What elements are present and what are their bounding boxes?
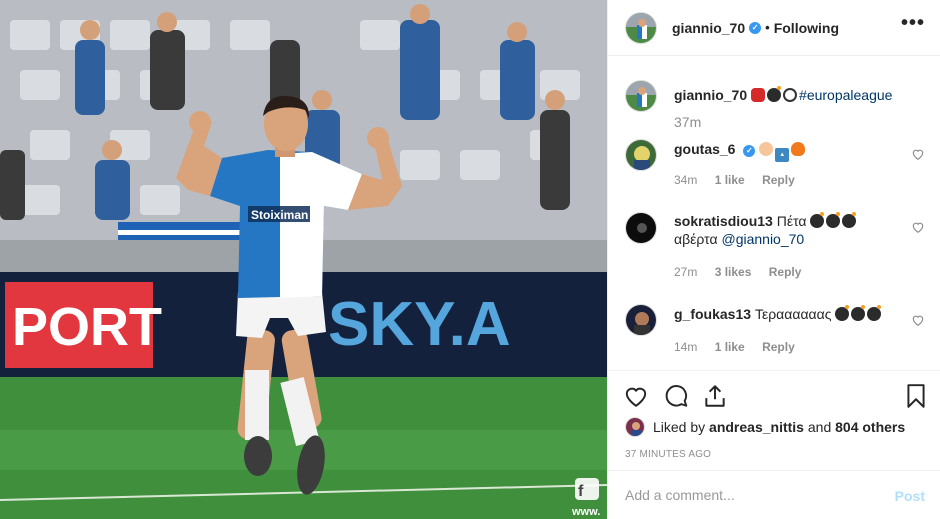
save-bookmark-icon[interactable] xyxy=(903,383,929,409)
commenter-avatar[interactable] xyxy=(625,212,657,244)
comment-meta: 34m 1 like Reply xyxy=(674,173,809,187)
comment-likes[interactable]: 1 like xyxy=(715,340,745,354)
fire-icon xyxy=(791,142,806,156)
post-photo[interactable]: PORT SKY.A Stoiximan f www. xyxy=(0,0,607,519)
like-comment-heart-icon[interactable] xyxy=(911,313,925,327)
comment-time[interactable]: 14m xyxy=(674,340,697,354)
like-comment-heart-icon[interactable] xyxy=(911,220,925,234)
top-arrow-icon: ▲ xyxy=(775,148,790,162)
liked-by-others[interactable]: 804 others xyxy=(835,419,905,435)
photo-scene: PORT SKY.A Stoiximan f www. xyxy=(0,0,607,519)
comment-time[interactable]: 27m xyxy=(674,265,697,279)
add-comment-input[interactable] xyxy=(625,485,875,505)
verified-badge-icon: ✓ xyxy=(749,21,762,34)
share-upload-icon[interactable] xyxy=(702,383,728,409)
post-comment-button[interactable]: Post xyxy=(895,488,925,504)
caption-username[interactable]: giannio_70 xyxy=(674,87,747,103)
photo-watermark: www. xyxy=(571,506,600,518)
banner-left-text: PORT xyxy=(12,297,162,357)
liker-avatar[interactable] xyxy=(625,417,645,437)
following-button[interactable]: Following xyxy=(774,20,839,36)
comment-bubble-icon[interactable] xyxy=(663,383,689,409)
bomb-icon xyxy=(867,305,882,321)
post-side-panel: giannio_70 ✓ • Following ••• giannio_70 … xyxy=(607,0,940,519)
svg-text:f: f xyxy=(578,483,584,500)
author-avatar[interactable] xyxy=(625,11,657,44)
bomb-icon xyxy=(851,305,866,321)
boxing-glove-icon xyxy=(751,88,766,102)
like-heart-icon[interactable] xyxy=(623,383,649,409)
mention-link[interactable]: @giannio_70 xyxy=(721,231,804,247)
like-comment-heart-icon[interactable] xyxy=(911,147,925,161)
more-options-icon[interactable]: ••• xyxy=(901,12,925,35)
liked-by-row: Liked by andreas_nittis and 804 others xyxy=(625,417,905,437)
reply-button[interactable]: Reply xyxy=(769,265,802,279)
reply-button[interactable]: Reply xyxy=(762,173,795,187)
bomb-icon xyxy=(767,86,782,102)
banner-right-text: SKY.A xyxy=(328,290,511,359)
commenter-username[interactable]: goutas_6 xyxy=(674,141,735,157)
comment-text-line2: αβέρτα xyxy=(674,231,718,247)
caption-avatar[interactable] xyxy=(625,80,657,112)
bomb-icon xyxy=(835,305,850,321)
liked-by-user[interactable]: andreas_nittis xyxy=(709,419,804,435)
commenter-username[interactable]: sokratisdiou13 xyxy=(674,213,773,229)
comment-text: Τεραααααας xyxy=(754,306,832,322)
post-actions: Liked by andreas_nittis and 804 others 3… xyxy=(608,370,940,480)
comment-composer: Post xyxy=(608,470,940,519)
clapping-hands-icon xyxy=(759,142,774,156)
commenter-avatar[interactable] xyxy=(625,304,657,336)
author-username[interactable]: giannio_70 xyxy=(672,20,745,36)
bomb-icon xyxy=(826,212,841,228)
comments-list[interactable]: giannio_70 #europaleague 37m goutas_6 ✓ … xyxy=(608,56,940,370)
comment-time[interactable]: 34m xyxy=(674,173,697,187)
caption-time[interactable]: 37m xyxy=(674,114,701,130)
soccer-ball-icon xyxy=(783,88,798,102)
comment-likes[interactable]: 3 likes xyxy=(715,265,752,279)
comment-likes[interactable]: 1 like xyxy=(715,173,745,187)
reply-button[interactable]: Reply xyxy=(762,340,795,354)
header-separator: • xyxy=(765,20,770,35)
post-header: giannio_70 ✓ • Following ••• xyxy=(608,0,940,56)
bomb-icon xyxy=(842,212,857,228)
liked-by-prefix: Liked by xyxy=(653,419,706,435)
commenter-avatar[interactable] xyxy=(625,139,657,171)
post-timestamp[interactable]: 37 MINUTES AGO xyxy=(625,449,711,460)
jersey-sponsor: Stoiximan xyxy=(251,208,308,222)
caption-meta: 37m xyxy=(674,114,715,130)
bomb-icon xyxy=(810,212,825,228)
comment-meta: 27m 3 likes Reply xyxy=(674,265,815,279)
commenter-username[interactable]: g_foukas13 xyxy=(674,306,751,322)
verified-badge-icon: ✓ xyxy=(743,145,756,157)
liked-by-and: and xyxy=(807,419,832,435)
comment-meta: 14m 1 like Reply xyxy=(674,340,809,354)
hashtag-link[interactable]: #europaleague xyxy=(799,87,892,103)
comment-text: Πέτα xyxy=(776,213,807,229)
